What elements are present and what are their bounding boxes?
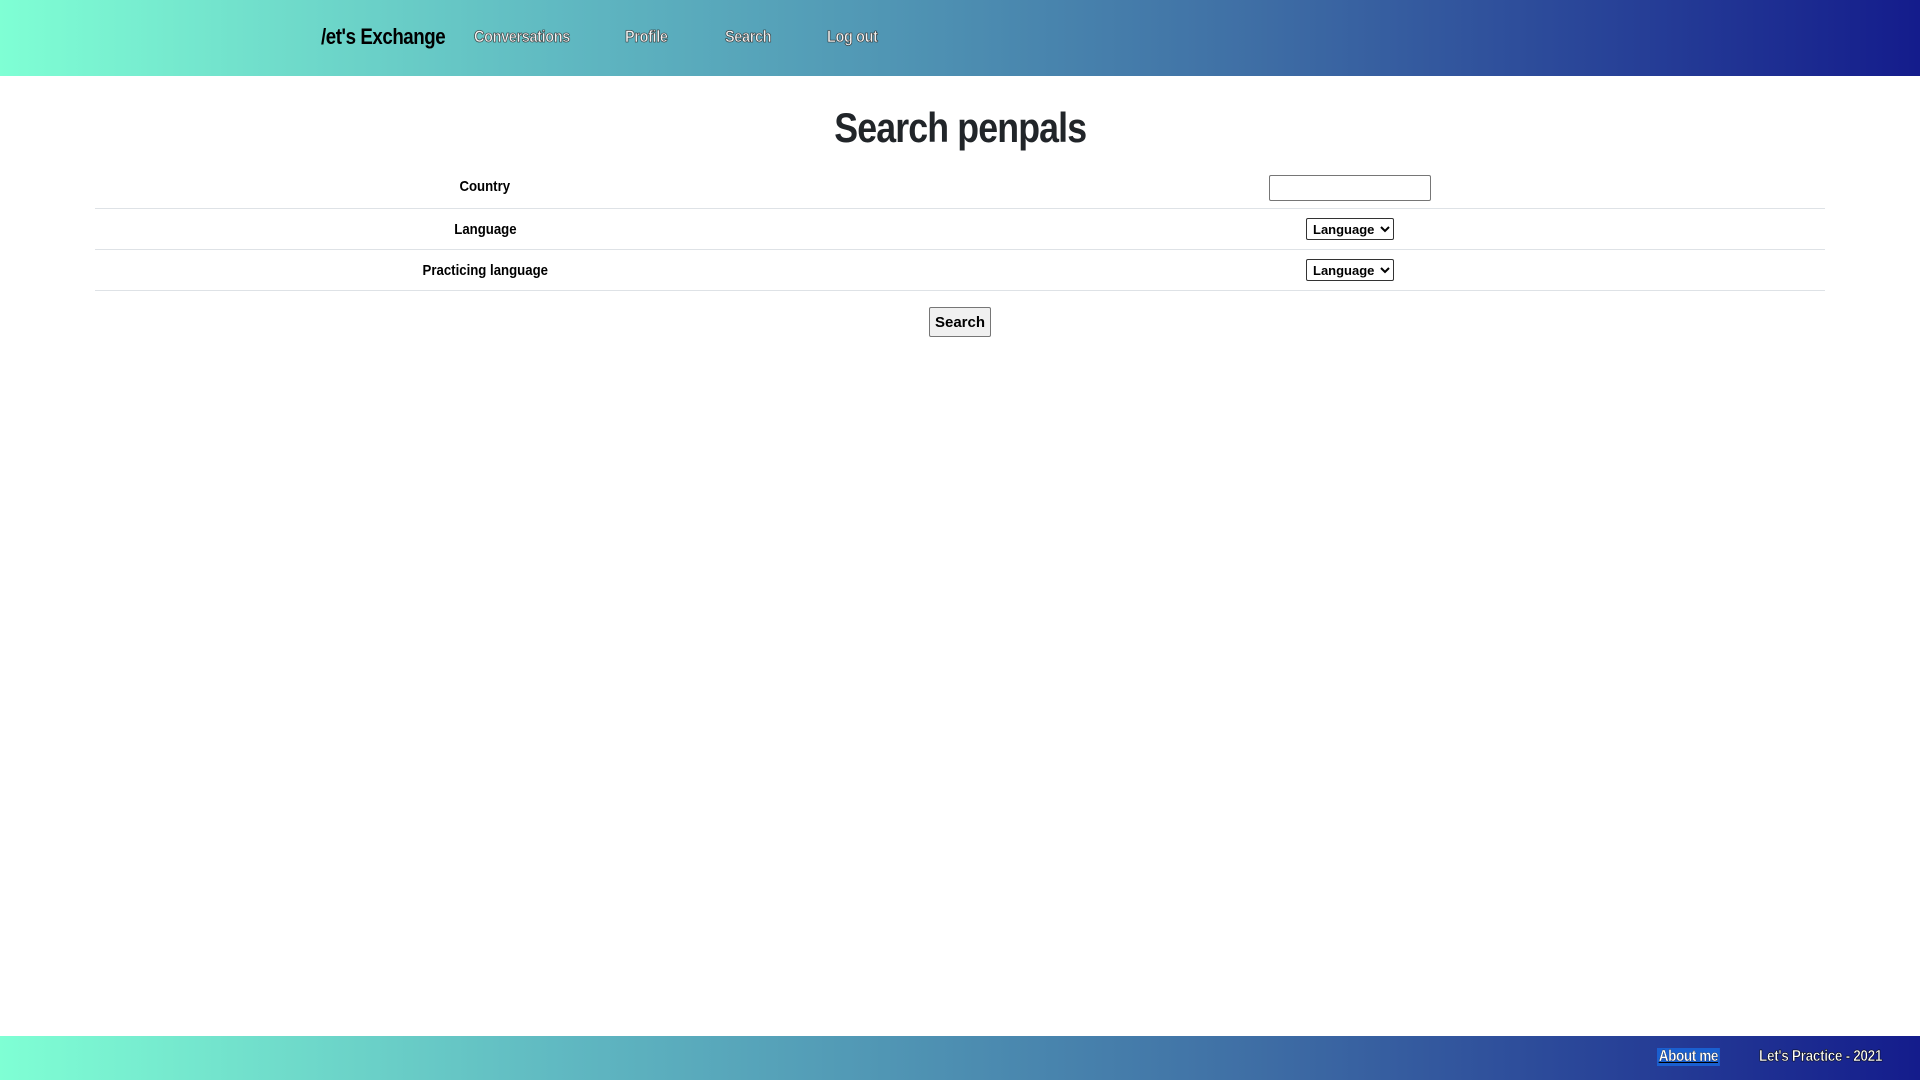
page-title: Search penpals (0, 104, 1920, 152)
practicing-language-row: Practicing language Language (95, 249, 1825, 291)
search-form-table: Country Language Language Practicing lan… (95, 164, 1825, 291)
brand-logo-link[interactable]: /et's Exchange (321, 24, 446, 50)
top-navbar: /et's Exchange Conversations Profile Sea… (0, 0, 1920, 76)
practicing-language-label: Practicing language (422, 261, 548, 279)
practicing-language-label-cell: Practicing language (95, 249, 875, 291)
country-row: Country (95, 164, 1825, 209)
nav-conversations-link[interactable]: Conversations (474, 27, 571, 47)
nav-logout-link[interactable]: Log out (827, 27, 878, 47)
nav-profile-link[interactable]: Profile (625, 27, 668, 47)
country-input-cell (875, 164, 1825, 209)
language-label-cell: Language (95, 208, 875, 250)
about-me-link[interactable]: About me (1657, 1048, 1720, 1066)
country-label-cell: Country (95, 164, 875, 209)
language-row: Language Language (95, 208, 1825, 250)
practicing-language-select[interactable]: Language (1306, 259, 1394, 281)
country-label: Country (459, 177, 511, 195)
language-select[interactable]: Language (1306, 218, 1394, 240)
page-title-text: Search penpals (834, 104, 1087, 151)
language-select-cell: Language (875, 208, 1825, 250)
footer: About me Let's Practice - 2021 (0, 1036, 1920, 1080)
nav-search-link[interactable]: Search (725, 27, 772, 47)
language-label: Language (453, 220, 517, 238)
footer-copyright: Let's Practice - 2021 (1759, 1048, 1883, 1066)
search-button[interactable]: Search (929, 307, 991, 337)
country-input[interactable] (1269, 175, 1431, 201)
practicing-language-select-cell: Language (875, 249, 1825, 291)
